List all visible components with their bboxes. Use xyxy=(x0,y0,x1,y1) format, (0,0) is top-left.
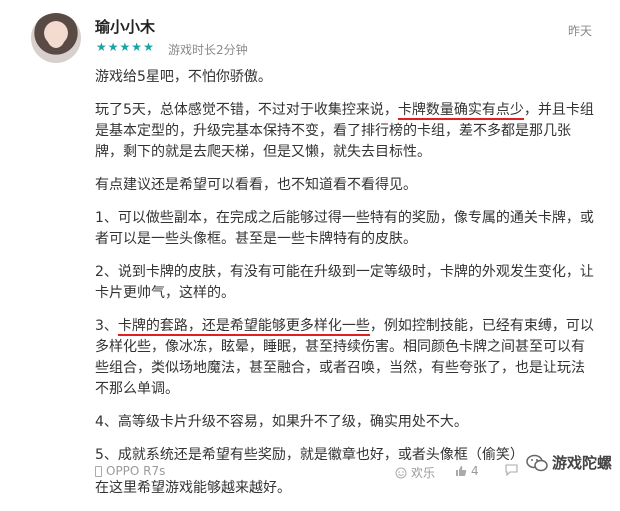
username[interactable]: 瑜小小木 xyxy=(95,16,155,37)
star-icon: ★ xyxy=(143,40,154,54)
highlighted-text: 卡牌的套路，还是希望能够更多样化一些 xyxy=(117,318,370,336)
device-info: OPPO R7s xyxy=(95,464,165,478)
thumbs-up-icon xyxy=(455,465,467,477)
user-avatar[interactable] xyxy=(31,13,81,63)
review-paragraph: 玩了5天，总体感觉不错，不过对于收集控来说，卡牌数量确实有点少，并且卡组是基本定… xyxy=(95,100,595,163)
review-text: 3、 xyxy=(95,318,118,334)
fun-button[interactable]: 欢乐 xyxy=(395,464,435,481)
like-button[interactable]: 4 xyxy=(455,464,479,478)
review-paragraph: 有点建议还是希望可以看看，也不知道看不看得见。 xyxy=(95,177,417,193)
fun-label: 欢乐 xyxy=(411,466,436,480)
device-name: OPPO R7s xyxy=(106,464,166,478)
review-paragraph: 2、说到卡牌的皮肤，有没有可能在升级到一定等级时，卡牌的外观发生变化，让卡片更帅… xyxy=(95,264,594,301)
watermark: 游戏陀螺 xyxy=(526,452,612,473)
phone-icon xyxy=(95,465,102,477)
comment-icon xyxy=(505,464,518,476)
review-paragraph: 游戏给5星吧，不怕你骄傲。 xyxy=(95,69,272,85)
avatar-face xyxy=(47,26,65,48)
comment-button[interactable] xyxy=(505,464,518,476)
review-text: 玩了5天，总体感觉不错，不过对于收集控来说， xyxy=(95,102,398,118)
review-paragraph: 4、高等级卡片升级不容易，如果升不了级，确实用处不大。 xyxy=(95,414,468,430)
star-icon: ★ xyxy=(131,40,143,54)
highlighted-text: 卡牌数量确实有点少 xyxy=(397,102,524,120)
review-paragraph: 3、卡牌的套路，还是希望能够更多样化一些，例如控制技能，已经有束缚，可以多样化些… xyxy=(95,316,595,400)
watermark-text: 游戏陀螺 xyxy=(551,454,612,472)
smile-icon xyxy=(395,467,407,479)
star-icon: ★ xyxy=(96,40,107,54)
rating-stars: ★ ★ ★ ★ ★ xyxy=(96,41,154,53)
review-body: 游戏给5星吧，不怕你骄傲。 玩了5天，总体感觉不错，不过对于收集控来说，卡牌数量… xyxy=(95,67,595,511)
review-paragraph: 1、可以做些副本，在完成之后能够过得一些特有的奖励，像专属的通关卡牌，或者可以是… xyxy=(95,210,594,247)
playtime-text: 游戏时长2分钟 xyxy=(168,43,248,57)
star-icon: ★ xyxy=(107,40,119,54)
wechat-logo-icon xyxy=(526,454,548,472)
post-time: 昨天 xyxy=(567,24,592,38)
like-count: 4 xyxy=(471,464,479,478)
star-icon: ★ xyxy=(119,40,131,54)
